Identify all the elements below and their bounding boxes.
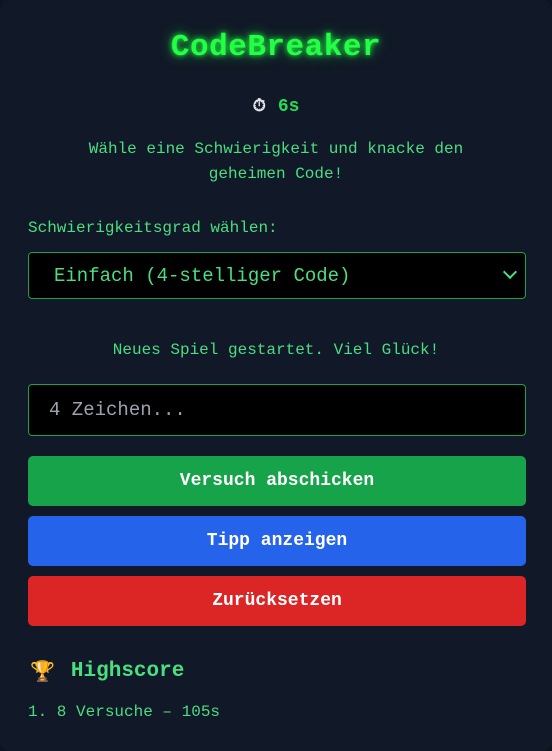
- stopwatch-icon: ⏱: [252, 96, 266, 116]
- highscore-list: 1. 8 Versuche – 105s: [28, 703, 220, 721]
- status-message: Neues Spiel gestartet. Viel Glück!: [112, 341, 440, 359]
- submit-guess-button[interactable]: Versuch abschicken: [28, 456, 526, 506]
- highscore-title: Highscore: [70, 659, 185, 683]
- guess-input[interactable]: [28, 384, 526, 436]
- difficulty-selected-value: Einfach (4-stelliger Code): [54, 264, 351, 287]
- highscore-heading: 🏆 Highscore: [30, 659, 184, 683]
- difficulty-select[interactable]: Einfach (4-stelliger Code): [28, 252, 526, 299]
- difficulty-label: Schwierigkeitsgrad wählen:: [28, 219, 278, 237]
- reset-button[interactable]: Zurücksetzen: [28, 576, 526, 626]
- timer: ⏱ 6s: [0, 96, 552, 117]
- game-panel: CodeBreaker ⏱ 6s Wähle eine Schwierigkeit…: [0, 0, 552, 751]
- app-title: CodeBreaker: [170, 30, 382, 65]
- timer-value: 6s: [277, 97, 300, 117]
- instructions-text: Wähle eine Schwierigkeit und knacke den …: [88, 140, 464, 183]
- highscore-entry: 1. 8 Versuche – 105s: [28, 703, 221, 721]
- chevron-down-icon: [502, 264, 518, 280]
- show-hint-button[interactable]: Tipp anzeigen: [28, 516, 526, 566]
- trophy-icon: 🏆: [30, 659, 55, 683]
